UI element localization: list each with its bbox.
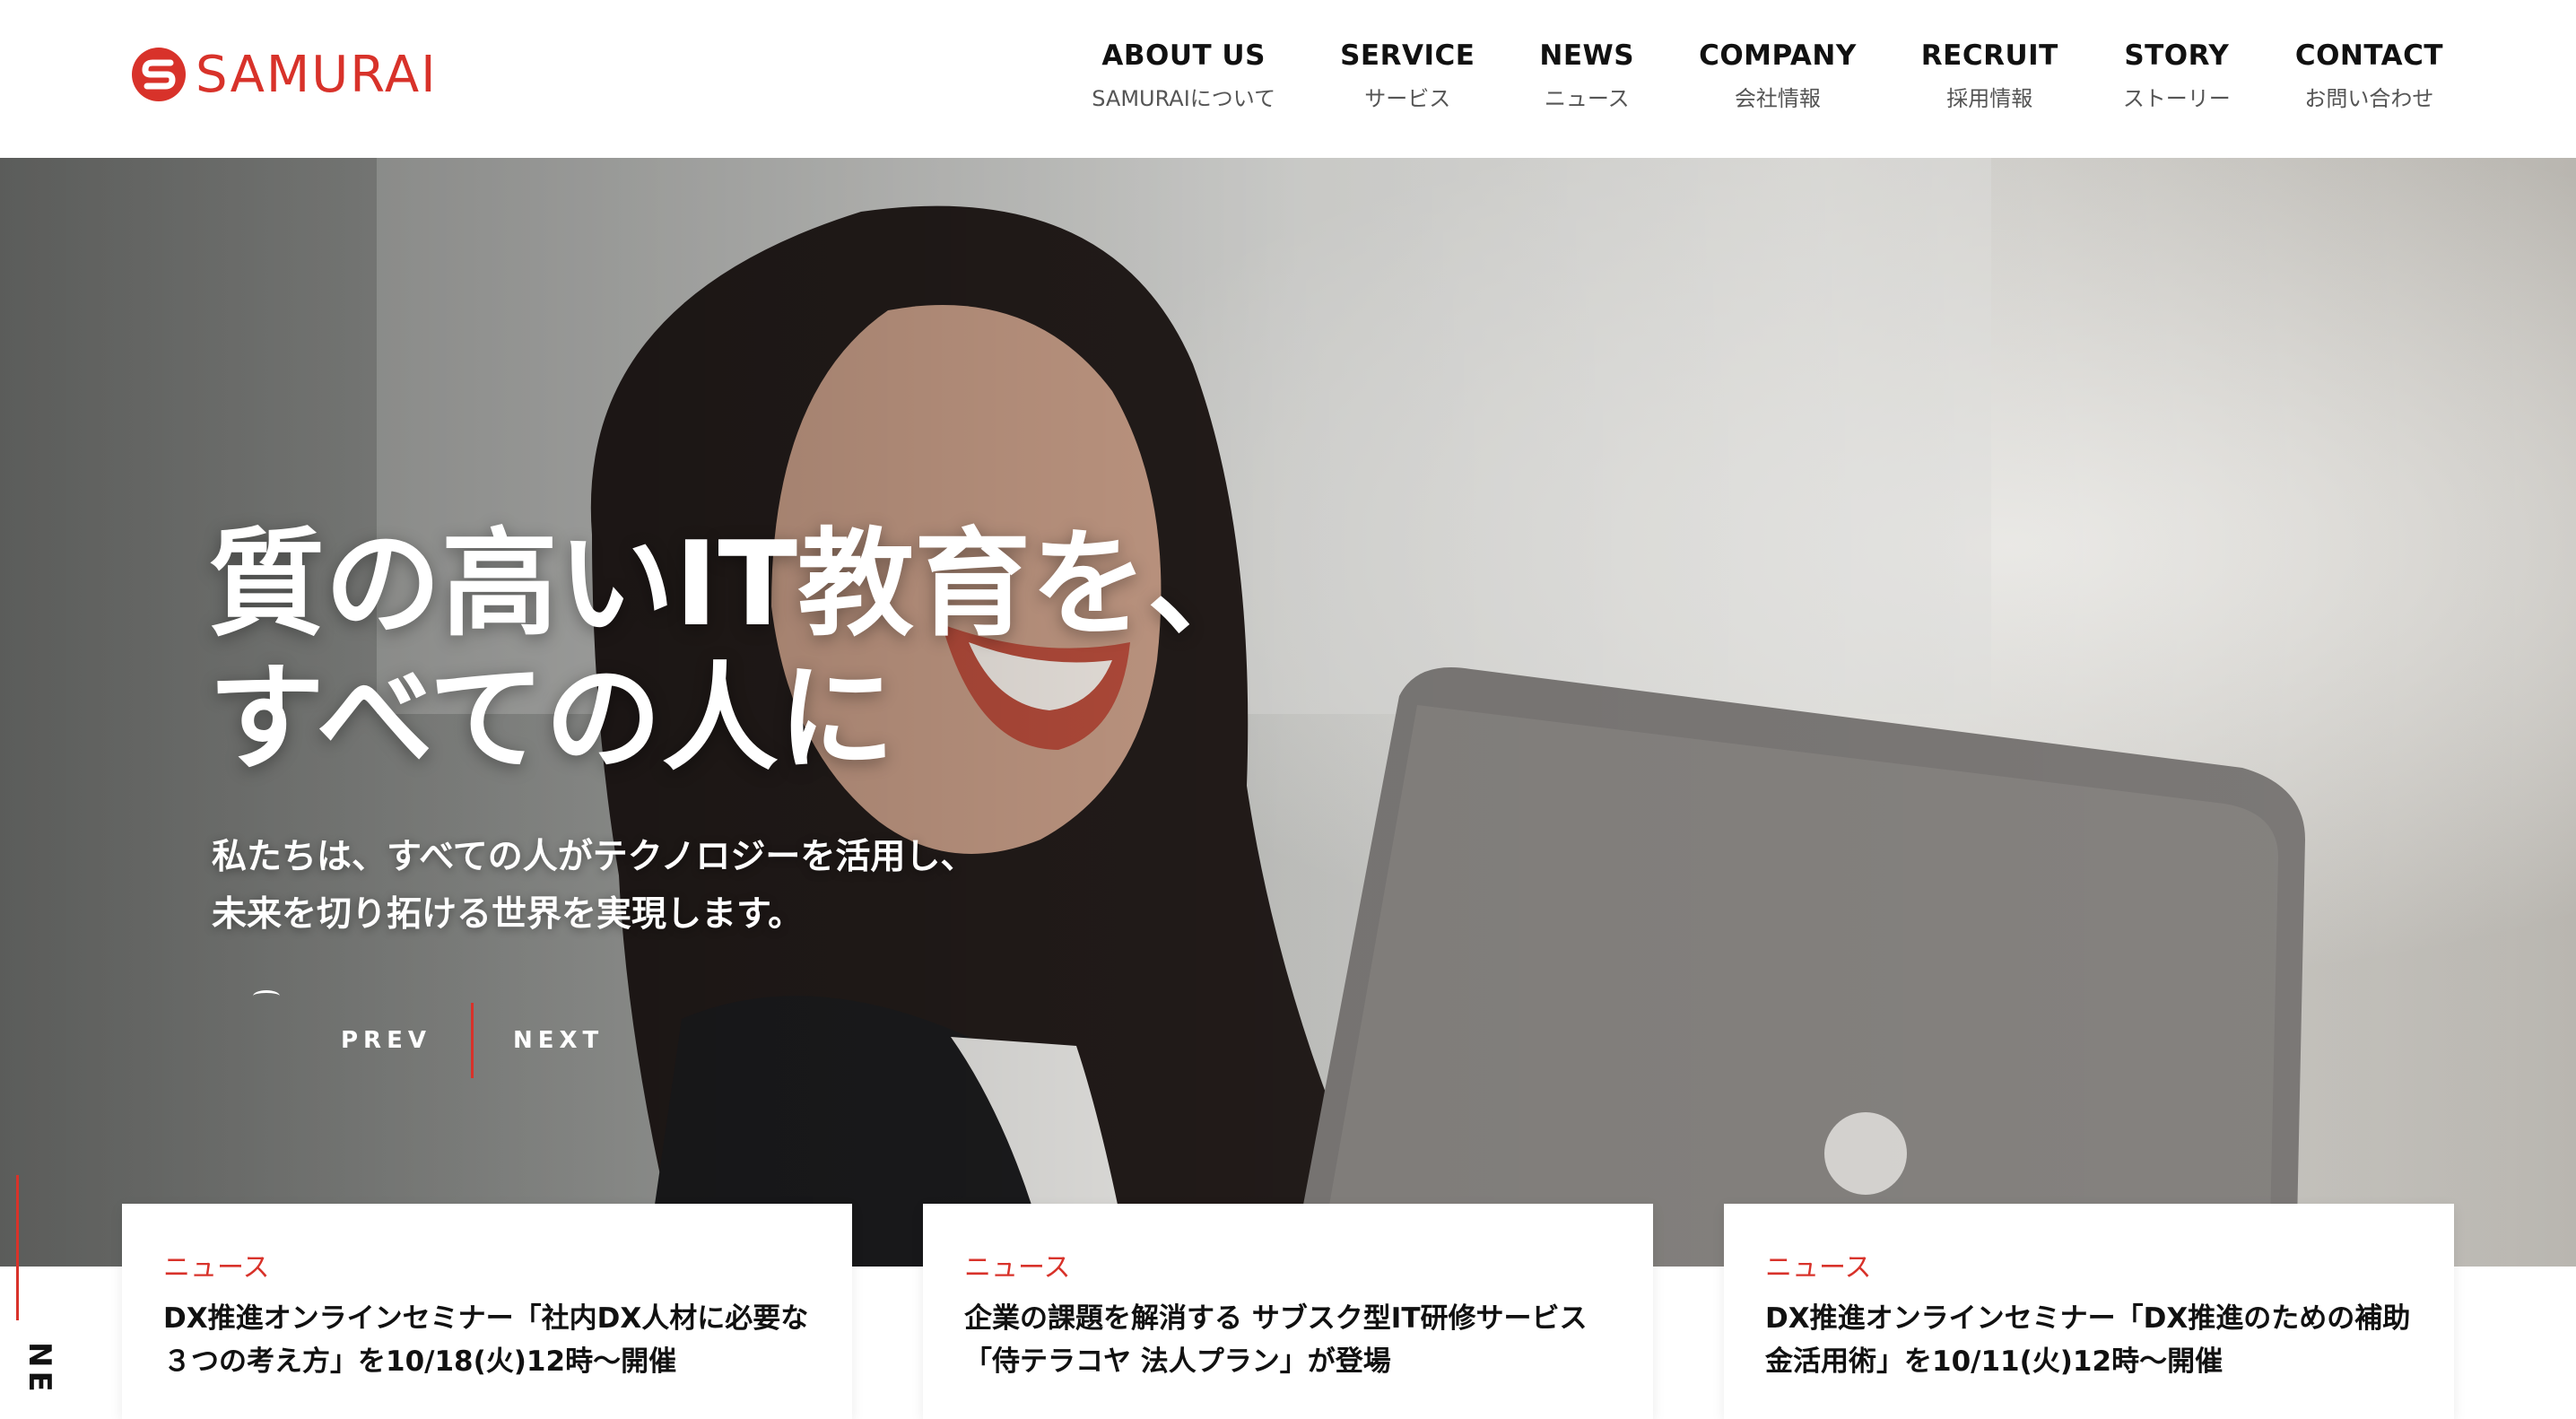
news-card[interactable]: ニュース DX推進オンラインセミナー「社内DX人材に必要な３つの考え方」を10/… <box>122 1204 852 1419</box>
nav-service[interactable]: SERVICE サービス <box>1340 39 1475 112</box>
news-category: ニュース <box>1765 1252 1872 1284</box>
nav-contact[interactable]: CONTACT お問い合わせ <box>2295 39 2443 112</box>
hero-subtitle-line-1: 私たちは、すべての人がテクノロジーを活用し、 <box>212 837 976 877</box>
nav-about-us-en: ABOUT US <box>1101 39 1266 72</box>
nav-story-en: STORY <box>2124 39 2230 72</box>
news-title[interactable]: DX推進オンラインセミナー「社内DX人材に必要な３つの考え方」を10/18(火)… <box>163 1297 818 1383</box>
hero-title-line-2: すべての人に <box>208 650 895 787</box>
side-section-label: NEWS <box>0 1342 57 1396</box>
news-category: ニュース <box>163 1252 270 1284</box>
hero-slider: 質の高いIT教育を、 すべての人に 私たちは、すべての人がテクノロジーを活用し、… <box>0 158 2576 1267</box>
nav-story[interactable]: STORY ストーリー <box>2123 39 2231 112</box>
news-title[interactable]: 企業の課題を解消する サブスク型IT研修サービス「侍テラコヤ 法人プラン」が登場 <box>964 1297 1619 1383</box>
controls-divider <box>470 1003 474 1078</box>
nav-recruit-en: RECRUIT <box>1920 39 2058 72</box>
nav-company[interactable]: COMPANY 会社情報 <box>1699 39 1857 112</box>
samurai-logo[interactable]: SAMURAI <box>131 45 438 104</box>
slider-controls: PREV NEXT <box>341 1003 604 1078</box>
nav-service-en: SERVICE <box>1340 39 1475 72</box>
nav-recruit[interactable]: RECRUIT 採用情報 <box>1921 39 2058 112</box>
hero-title-line-1: 質の高いIT教育を、 <box>208 516 1265 652</box>
nav-news-en: NEWS <box>1539 39 1635 72</box>
news-category: ニュース <box>964 1252 1071 1284</box>
nav-contact-en: CONTACT <box>2294 39 2443 72</box>
nav-service-jp: サービス <box>1364 86 1451 111</box>
hero-title: 質の高いIT教育を、 すべての人に <box>208 517 1264 786</box>
slide-indicator <box>253 990 280 1002</box>
nav-recruit-jp: 採用情報 <box>1946 86 2033 111</box>
news-title[interactable]: DX推進オンラインセミナー「DX推進のための補助金活用術」を10/11(火)12… <box>1765 1297 2420 1383</box>
hero-subtitle: 私たちは、すべての人がテクノロジーを活用し、 未来を切り拓ける世界を実現します。 <box>212 829 975 944</box>
prev-button[interactable]: PREV <box>341 1027 431 1054</box>
nav-company-jp: 会社情報 <box>1734 86 1821 111</box>
nav-story-jp: ストーリー <box>2122 86 2231 111</box>
nav-news[interactable]: NEWS ニュース <box>1539 39 1634 112</box>
nav-news-jp: ニュース <box>1544 86 1630 111</box>
nav-about-us[interactable]: ABOUT US SAMURAIについて <box>1092 39 1275 112</box>
news-card[interactable]: ニュース 企業の課題を解消する サブスク型IT研修サービス「侍テラコヤ 法人プラ… <box>923 1204 1653 1419</box>
next-button[interactable]: NEXT <box>513 1027 604 1054</box>
samurai-logo-icon <box>132 48 186 101</box>
logo-wordmark: SAMURAI <box>196 45 438 104</box>
side-accent-line <box>16 1175 19 1320</box>
site-header: SAMURAI ABOUT US SAMURAIについて SERVICE サービ… <box>0 0 2576 158</box>
main-nav: ABOUT US SAMURAIについて SERVICE サービス NEWS ニ… <box>1092 39 2443 112</box>
nav-contact-jp: お問い合わせ <box>2304 86 2434 111</box>
nav-company-en: COMPANY <box>1699 39 1857 72</box>
nav-about-us-jp: SAMURAIについて <box>1092 86 1276 111</box>
news-card[interactable]: ニュース DX推進オンラインセミナー「DX推進のための補助金活用術」を10/11… <box>1724 1204 2454 1419</box>
hero-subtitle-line-2: 未来を切り拓ける世界を実現します。 <box>212 894 804 935</box>
